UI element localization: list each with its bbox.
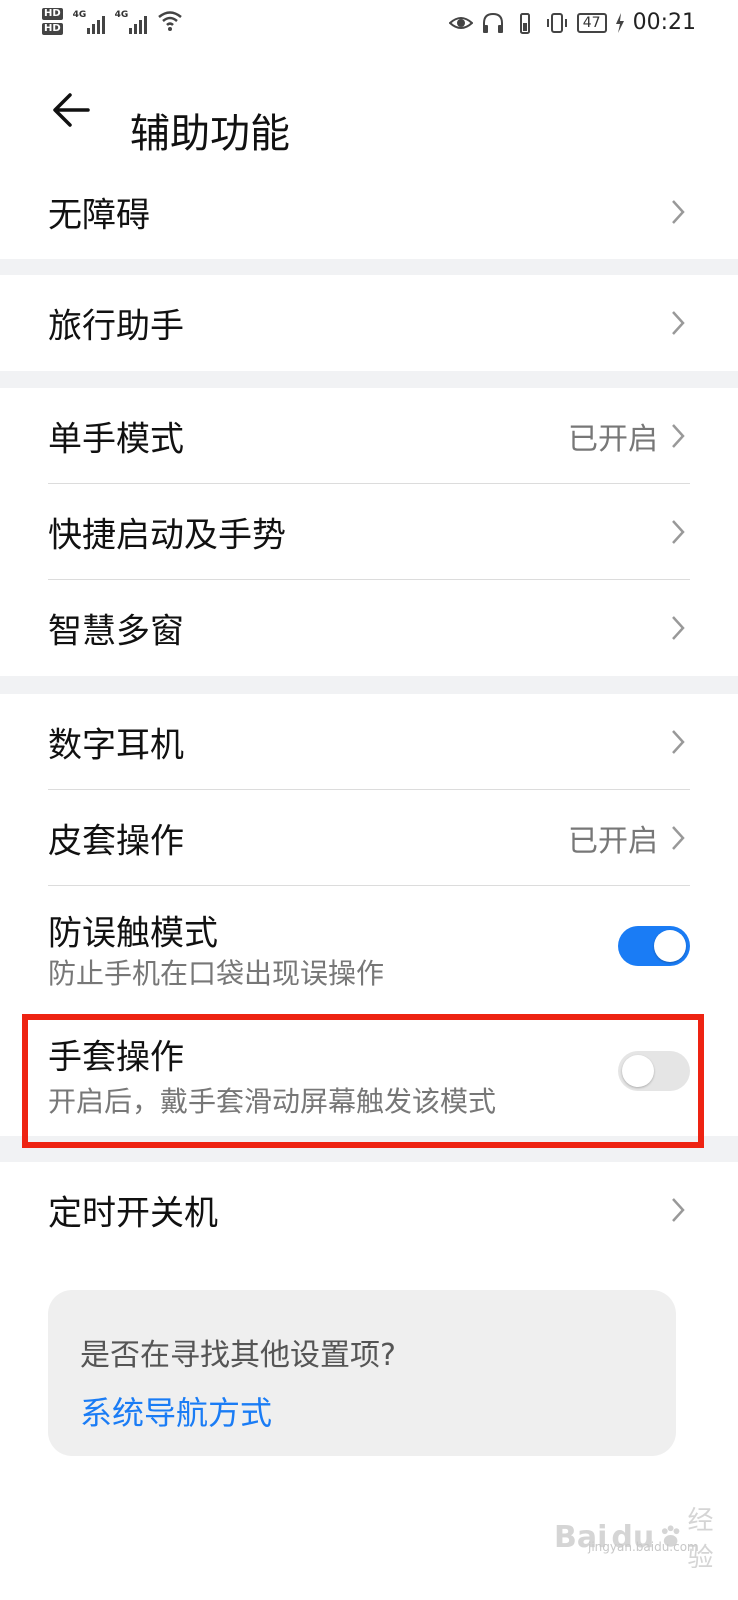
item-label: 皮套操作 bbox=[48, 821, 184, 862]
toggle-knob bbox=[654, 930, 686, 962]
item-description: 开启后，戴手套滑动屏幕触发该模式 bbox=[48, 1084, 497, 1118]
list-item-multi-window[interactable]: 智慧多窗 bbox=[0, 580, 738, 676]
eye-icon bbox=[448, 16, 473, 29]
item-label: 数字耳机 bbox=[48, 725, 184, 766]
chevron-right-icon bbox=[672, 616, 685, 640]
signal-icon-sim2: 4G bbox=[115, 8, 147, 34]
vibrate-icon bbox=[546, 12, 567, 33]
chevron-right-icon bbox=[672, 200, 685, 224]
item-description: 防止手机在口袋出现误操作 bbox=[48, 957, 385, 991]
item-label: 智慧多窗 bbox=[48, 611, 184, 652]
settings-group-controls: 数字耳机 皮套操作 已开启 防误触模式 防止手机在口袋出现误操作 手套操作 开启… bbox=[0, 694, 738, 1136]
list-item-glove-mode: 手套操作 开启后，戴手套滑动屏幕触发该模式 bbox=[0, 1006, 738, 1136]
pocket-mode-toggle[interactable] bbox=[618, 926, 690, 966]
system-navigation-link[interactable]: 系统导航方式 bbox=[80, 1388, 272, 1434]
chevron-right-icon bbox=[672, 826, 685, 850]
status-bar: HD HD 4G 4G 47 00:21 bbox=[0, 0, 738, 50]
suggestion-card: 是否在寻找其他设置项? 系统导航方式 bbox=[48, 1290, 676, 1456]
glove-mode-toggle[interactable] bbox=[618, 1051, 690, 1091]
watermark-url: jingyan.baidu.com bbox=[588, 1540, 699, 1554]
toggle-knob bbox=[622, 1055, 654, 1087]
list-item-travel-assistant[interactable]: 旅行助手 bbox=[0, 275, 738, 371]
baidu-watermark: Bai du 经验 bbox=[554, 1506, 714, 1573]
chevron-right-icon bbox=[672, 730, 685, 754]
list-item-digital-earphones[interactable]: 数字耳机 bbox=[0, 694, 738, 790]
list-item-shortcuts-gestures[interactable]: 快捷启动及手势 bbox=[0, 484, 738, 580]
settings-group-travel: 旅行助手 bbox=[0, 275, 738, 371]
item-label: 旅行助手 bbox=[48, 306, 184, 347]
hd-voice-icon-1: HD bbox=[42, 8, 63, 20]
chevron-right-icon bbox=[672, 1198, 685, 1222]
list-item-pocket-mode: 防误触模式 防止手机在口袋出现误操作 bbox=[0, 886, 738, 1006]
signal-icon-sim1: 4G bbox=[73, 8, 105, 34]
item-status: 已开启 bbox=[568, 824, 658, 859]
list-item-one-hand-mode[interactable]: 单手模式 已开启 bbox=[0, 388, 738, 484]
wifi-icon bbox=[157, 11, 182, 31]
battery-level: 47 bbox=[576, 12, 607, 33]
chevron-right-icon bbox=[672, 520, 685, 544]
list-item-accessibility[interactable]: 无障碍 bbox=[0, 165, 738, 259]
item-label: 防误触模式 bbox=[48, 913, 218, 954]
hd-voice-icon-2: HD bbox=[42, 23, 63, 35]
settings-group-accessibility: 无障碍 bbox=[0, 165, 738, 259]
item-label: 无障碍 bbox=[48, 195, 150, 236]
settings-group-modes: 单手模式 已开启 快捷启动及手势 智慧多窗 bbox=[0, 388, 738, 676]
chevron-right-icon bbox=[672, 424, 685, 448]
list-item-scheduled-power[interactable]: 定时开关机 bbox=[0, 1162, 738, 1258]
clock: 00:21 bbox=[632, 10, 696, 35]
app-header: 辅助功能 bbox=[0, 50, 738, 165]
page-title: 辅助功能 bbox=[130, 111, 290, 157]
suggestion-question: 是否在寻找其他设置项? bbox=[80, 1338, 396, 1373]
list-item-cover-operation[interactable]: 皮套操作 已开启 bbox=[0, 790, 738, 886]
chevron-right-icon bbox=[672, 311, 685, 335]
item-label: 快捷启动及手势 bbox=[48, 515, 286, 556]
item-label: 单手模式 bbox=[48, 419, 184, 460]
headphones-icon bbox=[482, 12, 503, 33]
item-label: 手套操作 bbox=[48, 1037, 184, 1078]
item-label: 定时开关机 bbox=[48, 1193, 218, 1234]
back-arrow-icon[interactable] bbox=[48, 86, 96, 134]
item-status: 已开启 bbox=[568, 422, 658, 457]
battery-saver-icon bbox=[519, 12, 530, 34]
charging-icon bbox=[615, 12, 624, 33]
